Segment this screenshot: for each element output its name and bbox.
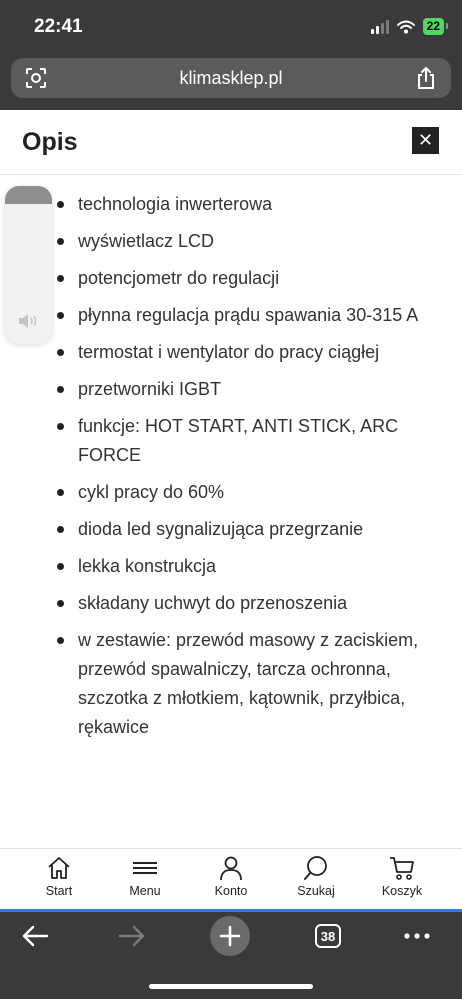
feature-list: technologia inwerterowa wyświetlacz LCD … [55, 190, 425, 750]
search-icon [304, 856, 327, 880]
user-icon [220, 856, 242, 881]
forward-button[interactable] [118, 924, 146, 953]
volume-level [5, 186, 52, 204]
share-icon[interactable] [415, 66, 437, 90]
nav-label: Szukaj [297, 884, 335, 898]
status-icons: 22 [370, 18, 449, 35]
arrow-left-icon [22, 925, 49, 947]
more-icon [404, 933, 430, 939]
close-button[interactable]: ✕ [412, 127, 439, 154]
nav-label: Konto [214, 884, 248, 898]
nav-koszyk[interactable]: Koszyk [367, 855, 437, 898]
nav-start[interactable]: Start [24, 855, 94, 898]
url-text: klimasklep.pl [179, 68, 283, 88]
close-icon: ✕ [417, 130, 434, 150]
list-item: potencjometr do regulacji [55, 264, 425, 293]
wifi-icon [396, 20, 415, 33]
home-icon [48, 857, 70, 879]
list-item: dioda led sygnalizująca przegrzanie [55, 515, 425, 544]
nav-label: Start [45, 884, 73, 898]
list-item: w zestawie: przewód masowy z zaciskiem, … [55, 626, 425, 742]
list-item: technologia inwerterowa [55, 190, 425, 219]
nav-menu[interactable]: Menu [110, 855, 180, 898]
list-item: termostat i wentylator do pracy ciągłej [55, 338, 425, 367]
home-indicator [149, 984, 313, 989]
tabs-button[interactable]: 38 [315, 924, 341, 948]
list-item: wyświetlacz LCD [55, 227, 425, 256]
nav-label: Koszyk [381, 884, 423, 898]
address-bar[interactable]: klimasklep.pl [11, 58, 451, 98]
back-button[interactable] [21, 924, 49, 953]
nav-konto[interactable]: Konto [196, 855, 266, 898]
nav-label: Menu [129, 884, 161, 898]
description-panel: Opis ✕ technologia inwerterowa wyświetla… [0, 110, 462, 848]
top-browser-chrome: 22:41 22 klimasklep.pl [0, 0, 462, 110]
list-item: lekka konstrukcja [55, 552, 425, 581]
list-item: funkcje: HOT START, ANTI STICK, ARC FORC… [55, 412, 425, 470]
divider [0, 174, 462, 175]
list-item: cykl pracy do 60% [55, 478, 425, 507]
plus-icon [219, 925, 241, 947]
cellular-signal-icon [370, 19, 389, 34]
list-item: przetworniki IGBT [55, 375, 425, 404]
status-time: 22:41 [34, 16, 83, 37]
menu-icon [133, 862, 157, 874]
new-tab-button[interactable] [210, 916, 250, 956]
battery-indicator: 22 [422, 18, 449, 35]
page-title: Opis [22, 128, 78, 156]
volume-hud[interactable] [5, 186, 52, 344]
nav-szukaj[interactable]: Szukaj [281, 855, 351, 898]
speaker-icon [19, 314, 37, 328]
list-item: składany uchwyt do przenoszenia [55, 589, 425, 618]
cart-icon [390, 857, 414, 880]
shop-bottom-nav: Start Menu Konto Szukaj Koszyk [0, 848, 462, 910]
list-item: płynna regulacja prądu spawania 30-315 A [55, 301, 425, 330]
more-button[interactable] [403, 926, 431, 951]
arrow-right-icon [118, 925, 145, 947]
